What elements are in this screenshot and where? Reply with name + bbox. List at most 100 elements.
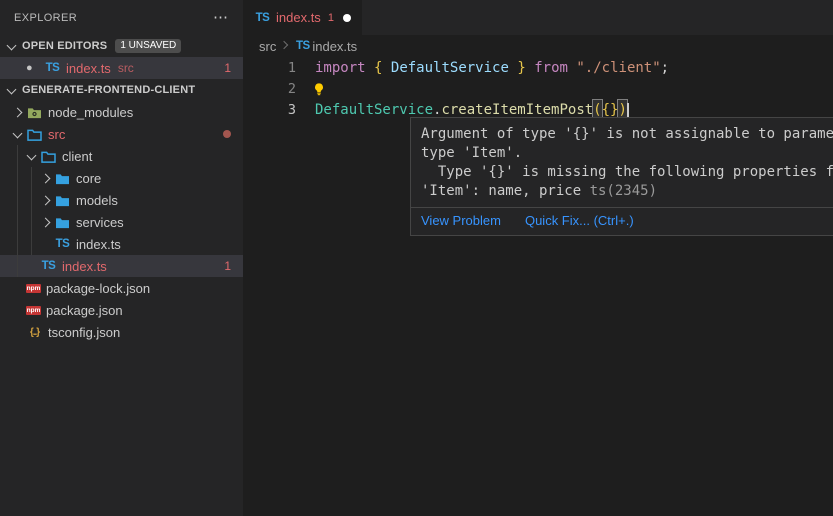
chevron-spacer: [10, 324, 26, 340]
tab-index-ts[interactable]: TS index.ts 1: [243, 0, 362, 35]
editor-area: TS index.ts 1 src TS index.ts 1 import { …: [243, 0, 833, 516]
chevron-right-icon: [279, 40, 291, 52]
chevron-down-icon: [4, 38, 20, 54]
line-number: 1: [243, 58, 296, 79]
folder-icon: [54, 192, 71, 208]
error-message-line: type 'Item'.: [421, 144, 833, 163]
chevron-spacer: [10, 302, 26, 318]
open-editor-file-name: index.ts: [66, 61, 111, 76]
json-file-icon: {..}: [26, 324, 43, 340]
tree-item-src[interactable]: src: [0, 123, 243, 145]
tree-item-services[interactable]: services: [0, 211, 243, 233]
line-number: 2: [243, 79, 296, 100]
vscode-window: EXPLORER ⋯ OPEN EDITORS 1 UNSAVED ● TS i…: [0, 0, 833, 516]
code-token: [509, 58, 517, 79]
open-editors-label: OPEN EDITORS: [22, 40, 107, 52]
indent-guide: [17, 145, 18, 277]
code-token: ;: [661, 58, 669, 79]
code-line-2[interactable]: 2: [243, 79, 833, 100]
workspace-header[interactable]: GENERATE-FRONTEND-CLIENT: [0, 79, 243, 101]
modified-dot-icon: ●: [26, 62, 44, 74]
code-token: [568, 58, 576, 79]
chevron-right-icon[interactable]: [38, 170, 54, 186]
error-hover-tooltip: Argument of type '{}' is not assignable …: [410, 117, 833, 236]
error-dot-badge: [223, 130, 231, 138]
chevron-spacer: [10, 280, 26, 296]
folder-open-icon: [26, 126, 43, 142]
lightbulb-icon[interactable]: [312, 82, 327, 97]
tree-item-index-ts[interactable]: TS index.ts: [0, 233, 243, 255]
chevron-spacer: [24, 258, 40, 274]
indent-guide: [31, 167, 32, 255]
tree-item-label: package-lock.json: [46, 281, 150, 296]
tree-item-core[interactable]: core: [0, 167, 243, 189]
code-token: [382, 58, 390, 79]
tree-item-index-ts[interactable]: TS index.ts 1: [0, 255, 243, 277]
line-number: 3: [243, 100, 296, 121]
chevron-down-icon[interactable]: [24, 148, 40, 164]
tree-item-label: client: [62, 149, 92, 164]
npm-file-icon: npm: [26, 284, 41, 293]
code-line-1[interactable]: 1 import { DefaultService } from "./clien…: [243, 58, 833, 79]
chevron-right-icon[interactable]: [38, 214, 54, 230]
typescript-file-icon: TS: [44, 60, 61, 76]
breadcrumb: src TS index.ts: [243, 35, 833, 57]
error-message-line: 'Item': name, price ts(2345): [421, 182, 833, 201]
code-token: from: [534, 58, 568, 79]
more-actions-icon[interactable]: ⋯: [213, 13, 229, 23]
chevron-down-icon: [4, 82, 20, 98]
breadcrumb-item-index-ts[interactable]: TS index.ts: [294, 38, 357, 54]
line-content: import { DefaultService } from "./client…: [315, 58, 669, 79]
explorer-title-bar: EXPLORER ⋯: [0, 0, 243, 35]
code-token: import: [315, 58, 366, 79]
tree-item-package-json[interactable]: npm package.json: [0, 299, 243, 321]
breadcrumb-item-src[interactable]: src: [259, 39, 276, 54]
chevron-right-icon[interactable]: [10, 104, 26, 120]
tree-item-label: node_modules: [48, 105, 133, 120]
tab-bar: TS index.ts 1: [243, 0, 833, 35]
tree-item-package-lock-json[interactable]: npm package-lock.json: [0, 277, 243, 299]
tree-item-label: src: [48, 127, 65, 142]
code-editor[interactable]: 1 import { DefaultService } from "./clien…: [243, 57, 833, 121]
code-token: "./client": [576, 58, 660, 79]
tab-file-name: index.ts: [276, 10, 321, 25]
hover-actions: View Problem Quick Fix... (Ctrl+.): [411, 207, 833, 235]
npm-file-icon: npm: [26, 306, 41, 315]
tree-item-client[interactable]: client: [0, 145, 243, 167]
tree-item-node-modules[interactable]: node_modules: [0, 101, 243, 123]
open-editor-item-index-ts[interactable]: ● TS index.ts src 1: [0, 57, 243, 79]
open-editors-header[interactable]: OPEN EDITORS 1 UNSAVED: [0, 35, 243, 57]
unsaved-dot-icon[interactable]: [343, 14, 351, 22]
explorer-sidebar: EXPLORER ⋯ OPEN EDITORS 1 UNSAVED ● TS i…: [0, 0, 243, 516]
view-problem-link[interactable]: View Problem: [421, 213, 501, 228]
tree-item-label: index.ts: [76, 237, 121, 252]
tree-item-label: index.ts: [62, 259, 107, 274]
tree-item-tsconfig-json[interactable]: {..}tsconfig.json: [0, 321, 243, 343]
code-token: DefaultService: [391, 58, 509, 79]
error-message-line: Type '{}' is missing the following prope…: [421, 163, 833, 182]
folder-open-icon: [40, 148, 57, 164]
chevron-right-icon[interactable]: [38, 192, 54, 208]
chevron-down-icon[interactable]: [10, 126, 26, 142]
tree-item-label: core: [76, 171, 101, 186]
tree-item-models[interactable]: models: [0, 189, 243, 211]
line-content: [315, 79, 327, 100]
typescript-file-icon: TS: [54, 236, 71, 252]
tree-item-label: package.json: [46, 303, 123, 318]
typescript-file-icon: TS: [40, 258, 57, 274]
unsaved-badge: 1 UNSAVED: [115, 39, 181, 53]
file-tree: node_modulessrc client core models services T…: [0, 101, 243, 343]
error-message: Argument of type '{}' is not assignable …: [411, 118, 833, 207]
tree-item-label: models: [76, 193, 118, 208]
quick-fix-link[interactable]: Quick Fix... (Ctrl+.): [525, 213, 634, 228]
error-count-badge: 1: [224, 61, 243, 75]
workspace-label: GENERATE-FRONTEND-CLIENT: [22, 84, 195, 96]
chevron-spacer: [38, 236, 54, 252]
code-token: [366, 58, 374, 79]
code-token: }: [517, 58, 525, 79]
error-count-badge: 1: [224, 259, 243, 273]
code-token: [526, 58, 534, 79]
error-message-line: Argument of type '{}' is not assignable …: [421, 125, 833, 144]
typescript-file-icon: TS: [294, 38, 311, 54]
tree-item-label: services: [76, 215, 124, 230]
